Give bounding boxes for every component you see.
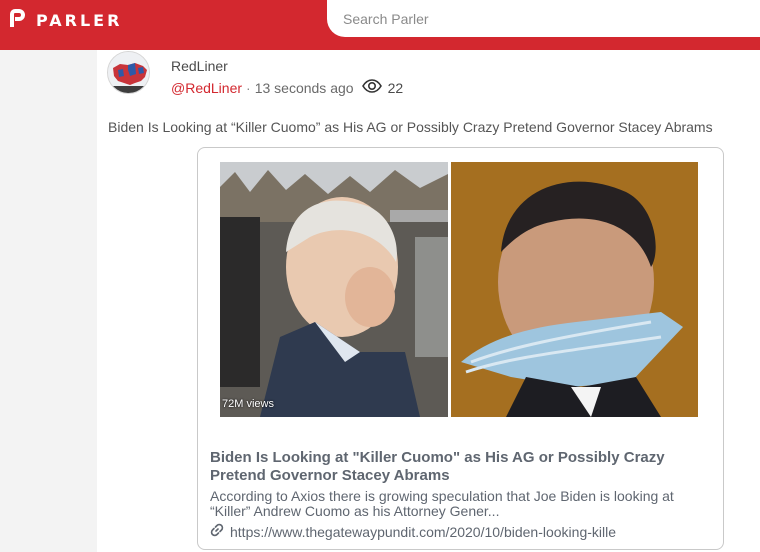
meta-separator: · <box>246 79 251 96</box>
post-body: Biden Is Looking at “Killer Cuomo” as Hi… <box>108 119 713 135</box>
post-timestamp: 13 seconds ago <box>254 79 354 96</box>
author-name[interactable]: RedLiner <box>171 58 228 74</box>
card-title[interactable]: Biden Is Looking at "Killer Cuomo" as Hi… <box>210 449 710 485</box>
logo-wordmark: PARLER <box>36 10 123 30</box>
search-box[interactable] <box>327 0 760 37</box>
card-url-text[interactable]: https://www.thegatewaypundit.com/2020/10… <box>230 524 616 540</box>
link-preview-card[interactable]: 72M views Biden Is Looking at "Killer Cu… <box>197 147 724 550</box>
preview-photo-left <box>220 162 448 417</box>
top-bar: PARLER <box>0 0 760 50</box>
link-icon <box>210 523 224 540</box>
view-counter: 22 <box>361 79 404 96</box>
left-sidebar <box>0 50 97 552</box>
eye-icon <box>361 79 382 96</box>
parler-logo[interactable]: PARLER <box>8 8 123 33</box>
card-description: According to Axios there is growing spec… <box>210 488 674 519</box>
post-meta: @RedLiner · 13 seconds ago 22 <box>171 79 403 96</box>
author-handle[interactable]: @RedLiner <box>171 80 242 96</box>
search-input[interactable] <box>343 10 743 28</box>
view-count: 22 <box>387 79 404 96</box>
preview-image[interactable]: 72M views <box>220 162 698 417</box>
video-views-label: 72M views <box>222 398 274 410</box>
card-url[interactable]: https://www.thegatewaypundit.com/2020/10… <box>210 523 616 540</box>
avatar[interactable] <box>107 51 150 94</box>
preview-photo-right <box>451 162 698 417</box>
parler-logo-icon <box>8 8 26 33</box>
